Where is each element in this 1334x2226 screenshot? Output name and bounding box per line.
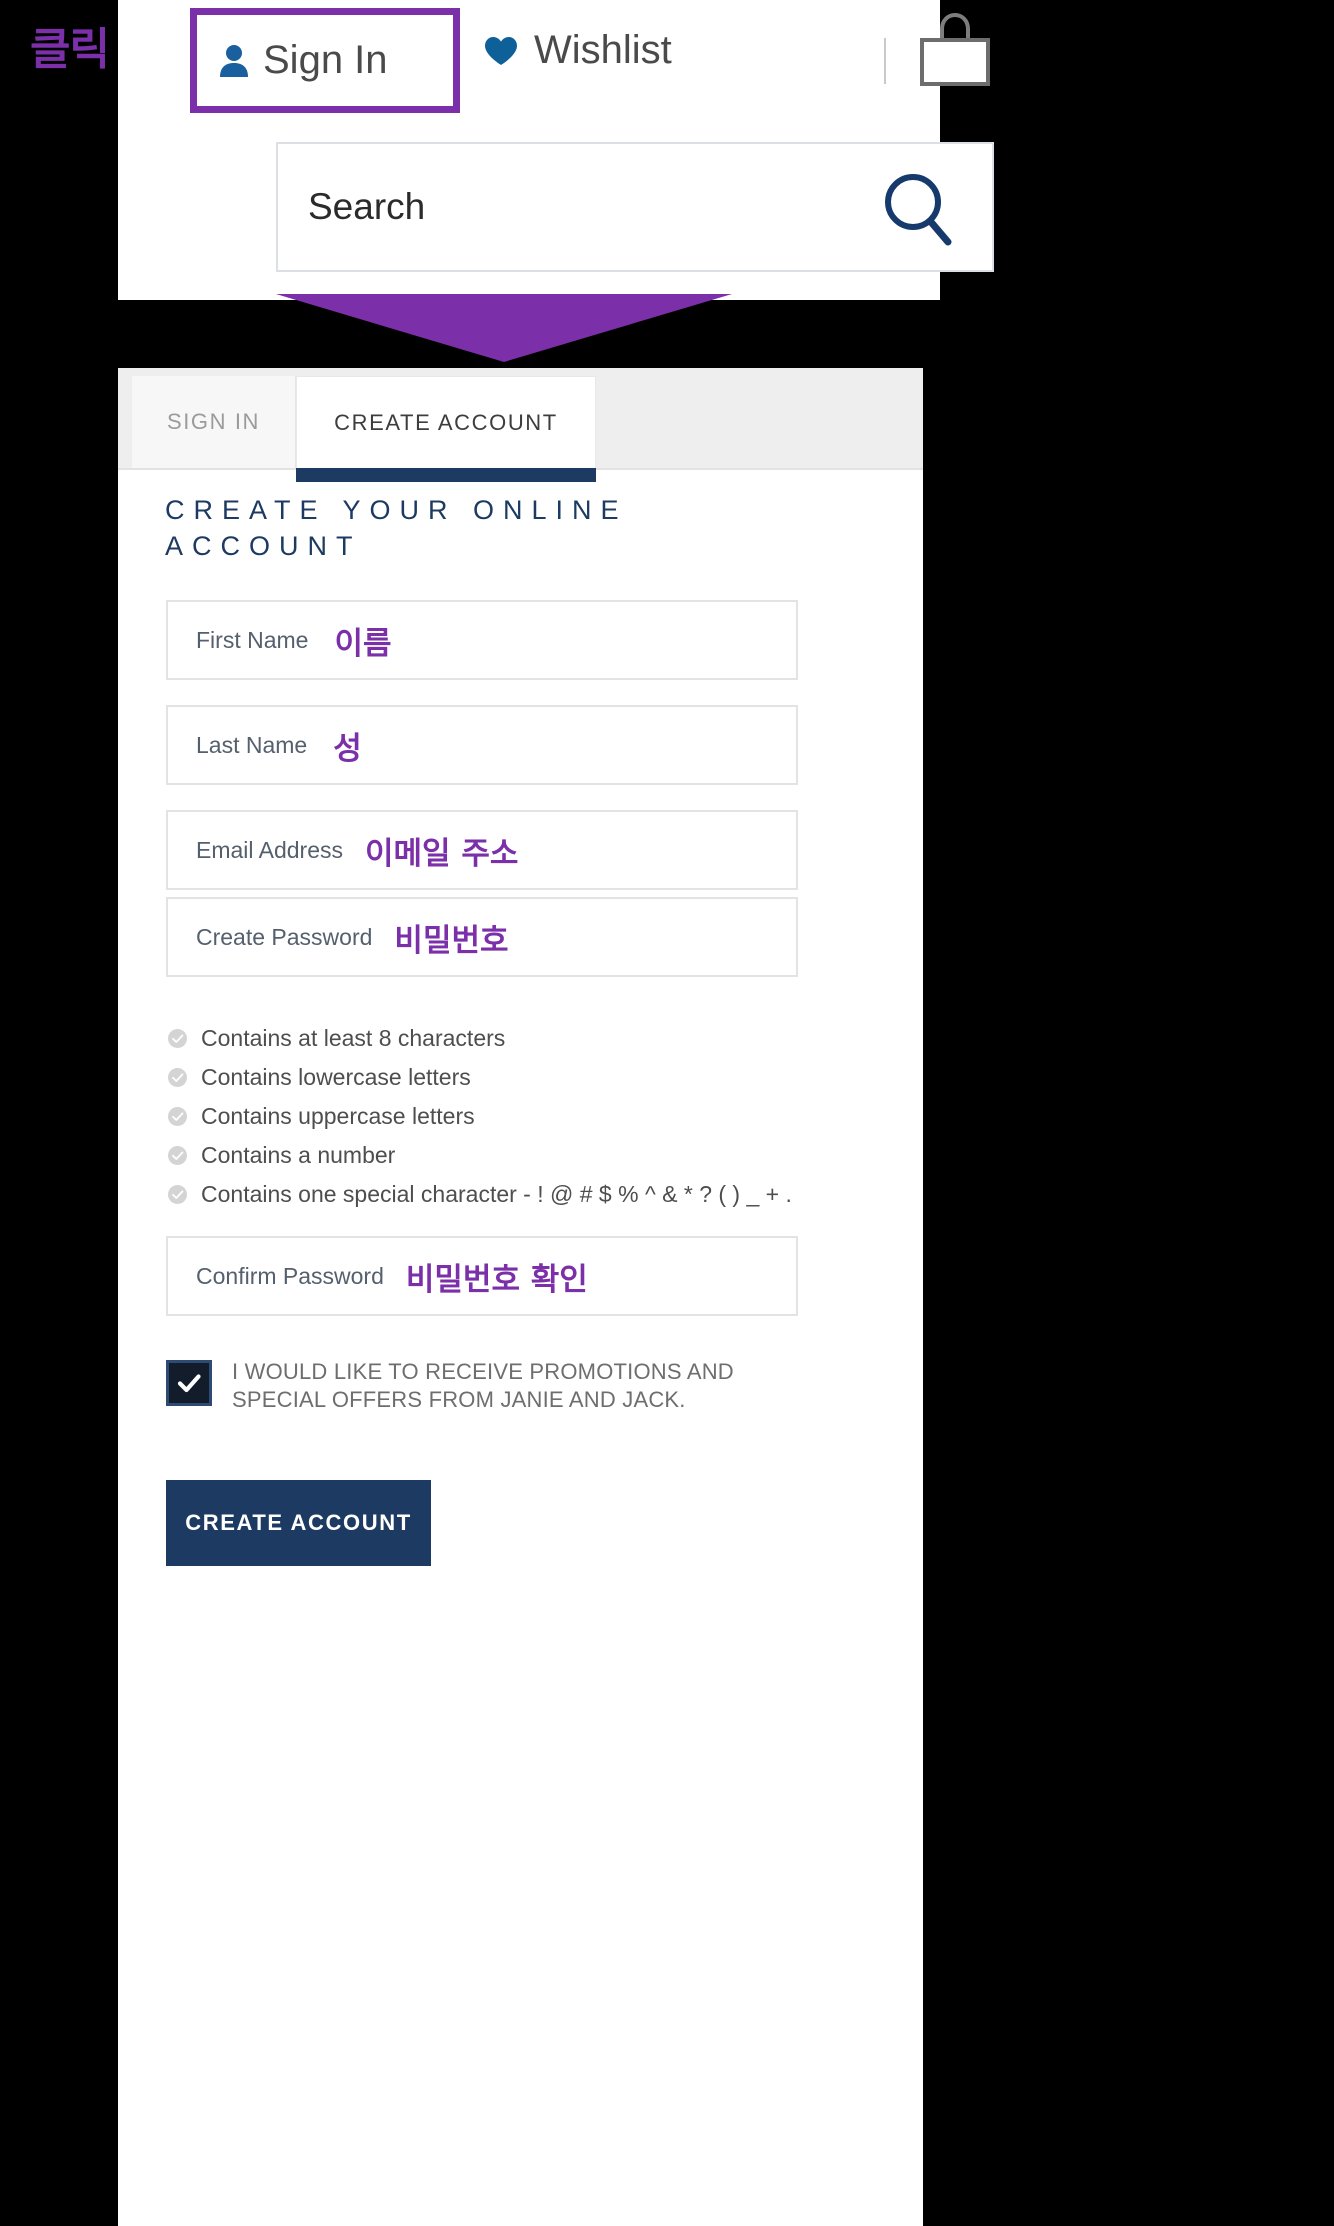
email-field[interactable]: Email Address 이메일 주소 — [166, 810, 798, 890]
sign-in-button[interactable]: Sign In — [190, 8, 460, 113]
check-circle-icon — [168, 1068, 187, 1087]
site-header-panel: Sign In Wishlist Search — [118, 0, 994, 300]
requirement-item: Contains lowercase letters — [168, 1058, 868, 1097]
promotions-checkbox-label: I WOULD LIKE TO RECEIVE PROMOTIONS AND S… — [232, 1358, 734, 1414]
requirement-text: Contains uppercase letters — [201, 1103, 475, 1129]
tab-active-indicator — [296, 468, 596, 482]
search-bar[interactable]: Search — [276, 142, 994, 272]
first-name-field[interactable]: First Name 이름 — [166, 600, 798, 680]
requirement-item: Contains a number — [168, 1136, 868, 1175]
tab-sign-in[interactable]: SIGN IN — [132, 376, 296, 468]
shopping-bag-icon[interactable] — [916, 12, 994, 86]
password-requirements-list: Contains at least 8 characters Contains … — [168, 1019, 868, 1214]
last-name-label: Last Name — [196, 731, 308, 758]
last-name-field[interactable]: Last Name 성 — [166, 705, 798, 785]
requirement-item: Contains uppercase letters — [168, 1097, 868, 1136]
checkmark-icon — [177, 1374, 201, 1393]
arrow-down-icon — [276, 294, 732, 362]
page-title: CREATE YOUR ONLINE ACCOUNT — [165, 495, 628, 562]
wishlist-button[interactable]: Wishlist — [484, 28, 672, 73]
check-circle-icon — [168, 1107, 187, 1126]
last-name-hint: 성 — [333, 730, 362, 767]
requirement-text: Contains one special character - ! @ # $… — [201, 1181, 792, 1207]
tab-create-account[interactable]: CREATE ACCOUNT — [296, 376, 596, 468]
create-password-field[interactable]: Create Password 비밀번호 — [166, 897, 798, 977]
requirement-text: Contains a number — [201, 1142, 396, 1168]
header-divider — [884, 38, 886, 84]
check-circle-icon — [168, 1146, 187, 1165]
confirm-password-hint: 비밀번호 확인 — [405, 1261, 588, 1298]
requirement-item: Contains at least 8 characters — [168, 1019, 868, 1058]
promotions-checkbox[interactable] — [166, 1360, 212, 1406]
create-password-hint: 비밀번호 — [394, 922, 509, 959]
create-password-label: Create Password — [196, 923, 373, 950]
first-name-label: First Name — [196, 626, 309, 653]
wishlist-label: Wishlist — [534, 28, 672, 72]
promotions-label-line1: I WOULD LIKE TO RECEIVE PROMOTIONS AND — [232, 1359, 734, 1384]
search-icon[interactable] — [882, 172, 952, 246]
tab-create-account-label: CREATE ACCOUNT — [334, 409, 558, 435]
person-icon — [219, 44, 249, 77]
confirm-password-field[interactable]: Confirm Password 비밀번호 확인 — [166, 1236, 798, 1316]
check-circle-icon — [168, 1029, 187, 1048]
promotions-label-line2: SPECIAL OFFERS FROM JANIE AND JACK. — [232, 1387, 686, 1413]
first-name-hint: 이름 — [334, 625, 392, 662]
promotions-checkbox-row[interactable]: I WOULD LIKE TO RECEIVE PROMOTIONS AND S… — [166, 1358, 734, 1414]
account-tabs: SIGN IN CREATE ACCOUNT — [118, 368, 923, 482]
confirm-password-label: Confirm Password — [196, 1262, 384, 1289]
sign-in-label: Sign In — [263, 38, 388, 82]
check-circle-icon — [168, 1185, 187, 1204]
tab-sign-in-label: SIGN IN — [166, 409, 261, 434]
requirement-text: Contains lowercase letters — [201, 1064, 471, 1090]
click-annotation-label: 클릭 — [30, 24, 110, 75]
search-input[interactable]: Search — [308, 186, 425, 228]
create-account-button[interactable]: CREATE ACCOUNT — [166, 1480, 431, 1566]
create-account-panel: SIGN IN CREATE ACCOUNT CREATE YOUR ONLIN… — [118, 368, 923, 2226]
email-hint: 이메일 주소 — [365, 835, 519, 872]
requirement-item: Contains one special character - ! @ # $… — [168, 1175, 868, 1214]
requirement-text: Contains at least 8 characters — [201, 1025, 506, 1051]
email-label: Email Address — [196, 836, 344, 863]
heart-icon — [484, 36, 518, 66]
header-utility-row: Sign In Wishlist — [118, 0, 990, 122]
